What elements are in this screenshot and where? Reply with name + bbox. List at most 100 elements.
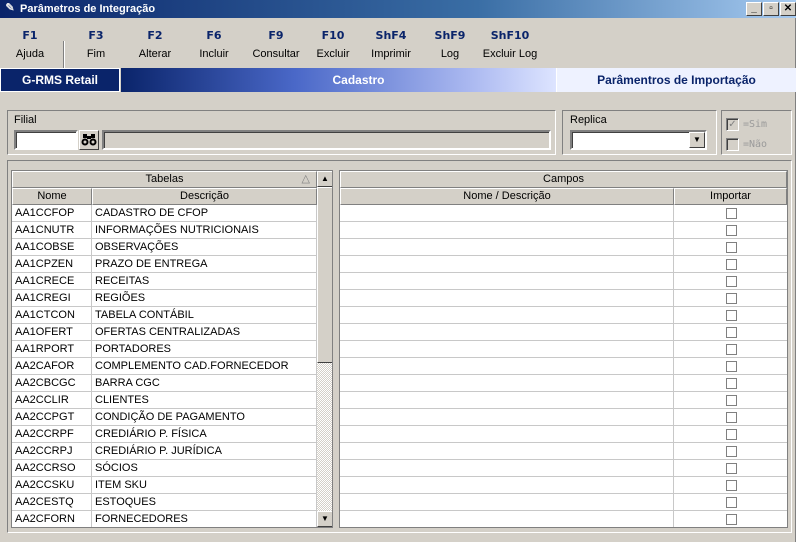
importar-checkbox[interactable] bbox=[726, 412, 737, 423]
importar-checkbox[interactable] bbox=[726, 480, 737, 491]
table-row[interactable]: AA2CESTQ ESTOQUES bbox=[12, 494, 317, 511]
exit-button[interactable]: F3 Fim bbox=[74, 19, 118, 67]
delete-button[interactable]: F10 Excluir bbox=[310, 19, 356, 67]
table-row[interactable]: AA2CFORN FORNECEDORES bbox=[12, 511, 317, 527]
tabelas-scrollbar[interactable]: ▲ ▼ bbox=[317, 171, 332, 527]
delete-log-button[interactable]: ShF10 Excluir Log bbox=[480, 19, 540, 67]
cell-importar bbox=[674, 494, 787, 511]
replica-select[interactable]: ▼ bbox=[570, 130, 707, 150]
table-row[interactable] bbox=[340, 222, 787, 239]
help-button[interactable]: F1 Ajuda bbox=[8, 19, 52, 67]
cell-importar bbox=[674, 358, 787, 375]
table-row[interactable]: AA1OFERT OFERTAS CENTRALIZADAS bbox=[12, 324, 317, 341]
table-row[interactable]: AA1RPORT PORTADORES bbox=[12, 341, 317, 358]
importar-checkbox[interactable] bbox=[726, 497, 737, 508]
cell-nome: AA2CBCGC bbox=[12, 375, 92, 392]
table-row[interactable]: AA2CBCGC BARRA CGC bbox=[12, 375, 317, 392]
importar-checkbox[interactable] bbox=[726, 514, 737, 525]
importar-checkbox[interactable] bbox=[726, 446, 737, 457]
cell-nome-descricao bbox=[340, 358, 674, 375]
table-row[interactable] bbox=[340, 460, 787, 477]
table-row[interactable] bbox=[340, 409, 787, 426]
edit-button[interactable]: F2 Alterar bbox=[130, 19, 180, 67]
cell-descricao: RECEITAS bbox=[92, 273, 317, 290]
cell-importar bbox=[674, 341, 787, 358]
importar-checkbox[interactable] bbox=[726, 361, 737, 372]
filial-input[interactable] bbox=[14, 130, 78, 150]
cell-importar bbox=[674, 239, 787, 256]
cell-nome-descricao bbox=[340, 392, 674, 409]
table-row[interactable]: AA2CCRPJ CREDIÁRIO P. JURÍDICA bbox=[12, 443, 317, 460]
table-row[interactable]: AA2CCRSO SÓCIOS bbox=[12, 460, 317, 477]
table-row[interactable] bbox=[340, 273, 787, 290]
importar-checkbox[interactable] bbox=[726, 310, 737, 321]
cell-descricao: CREDIÁRIO P. JURÍDICA bbox=[92, 443, 317, 460]
importar-checkbox[interactable] bbox=[726, 293, 737, 304]
table-row[interactable] bbox=[340, 494, 787, 511]
table-row[interactable]: AA2CCPGT CONDIÇÃO DE PAGAMENTO bbox=[12, 409, 317, 426]
cell-nome: AA1CREGI bbox=[12, 290, 92, 307]
table-row[interactable] bbox=[340, 477, 787, 494]
table-row[interactable] bbox=[340, 324, 787, 341]
table-row[interactable] bbox=[340, 256, 787, 273]
scroll-thumb[interactable] bbox=[317, 187, 332, 363]
nao-label: =Não bbox=[743, 139, 768, 150]
table-row[interactable]: AA1CPZEN PRAZO DE ENTREGA bbox=[12, 256, 317, 273]
importar-checkbox[interactable] bbox=[726, 242, 737, 253]
cell-nome: AA1COBSE bbox=[12, 239, 92, 256]
importar-checkbox[interactable] bbox=[726, 259, 737, 270]
table-row[interactable]: AA1CTCON TABELA CONTÁBIL bbox=[12, 307, 317, 324]
table-row[interactable]: AA1COBSE OBSERVAÇÕES bbox=[12, 239, 317, 256]
minimize-button[interactable]: _ bbox=[746, 2, 762, 16]
table-row[interactable]: AA1CCFOP CADASTRO DE CFOP bbox=[12, 205, 317, 222]
table-row[interactable]: AA1CRECE RECEITAS bbox=[12, 273, 317, 290]
fkey-code: ShF9 bbox=[434, 29, 466, 42]
triangle-down-icon[interactable]: ▼ bbox=[317, 511, 332, 527]
cell-descricao: COMPLEMENTO CAD.FORNECEDOR bbox=[92, 358, 317, 375]
cell-nome-descricao bbox=[340, 205, 674, 222]
log-button[interactable]: ShF9 Log bbox=[428, 19, 472, 67]
col-nome[interactable]: Nome bbox=[12, 188, 92, 205]
importar-checkbox[interactable] bbox=[726, 429, 737, 440]
triangle-down-icon[interactable]: ▼ bbox=[689, 132, 705, 148]
col-importar[interactable]: Importar bbox=[674, 188, 787, 205]
table-row[interactable] bbox=[340, 375, 787, 392]
table-row[interactable]: AA2CCRPF CREDIÁRIO P. FÍSICA bbox=[12, 426, 317, 443]
col-descricao[interactable]: Descrição bbox=[92, 188, 317, 205]
table-row[interactable] bbox=[340, 205, 787, 222]
maximize-button[interactable]: ▫ bbox=[763, 2, 779, 16]
function-key-toolbar: F1 Ajuda F3 Fim F2 Alterar F6 Incluir F9… bbox=[0, 19, 796, 83]
table-row[interactable] bbox=[340, 358, 787, 375]
importar-checkbox[interactable] bbox=[726, 208, 737, 219]
importar-checkbox[interactable] bbox=[726, 395, 737, 406]
table-row[interactable] bbox=[340, 511, 787, 527]
close-button[interactable]: ✕ bbox=[780, 2, 796, 16]
search-button[interactable] bbox=[79, 130, 99, 150]
triangle-up-icon[interactable]: ▲ bbox=[317, 171, 332, 187]
table-row[interactable] bbox=[340, 443, 787, 460]
tabelas-grid: Tabelas △ Nome Descrição AA1CCFOP CADASTR… bbox=[11, 170, 333, 528]
importar-checkbox[interactable] bbox=[726, 276, 737, 287]
table-row[interactable] bbox=[340, 392, 787, 409]
table-row[interactable] bbox=[340, 239, 787, 256]
sort-triangle-icon: △ bbox=[301, 173, 310, 185]
importar-checkbox[interactable] bbox=[726, 327, 737, 338]
importar-checkbox[interactable] bbox=[726, 463, 737, 474]
col-nome-descricao[interactable]: Nome / Descrição bbox=[340, 188, 674, 205]
insert-button[interactable]: F6 Incluir bbox=[190, 19, 238, 67]
table-row[interactable]: AA1CNUTR INFORMAÇÕES NUTRICIONAIS bbox=[12, 222, 317, 239]
print-button[interactable]: ShF4 Imprimir bbox=[366, 19, 416, 67]
query-button[interactable]: F9 Consultar bbox=[247, 19, 305, 67]
table-row[interactable]: AA1CREGI REGIÕES bbox=[12, 290, 317, 307]
importar-checkbox[interactable] bbox=[726, 225, 737, 236]
table-row[interactable]: AA2CCLIR CLIENTES bbox=[12, 392, 317, 409]
table-row[interactable] bbox=[340, 307, 787, 324]
table-row[interactable] bbox=[340, 426, 787, 443]
importar-checkbox[interactable] bbox=[726, 344, 737, 355]
brand-label: G-RMS Retail bbox=[0, 68, 120, 92]
table-row[interactable]: AA2CAFOR COMPLEMENTO CAD.FORNECEDOR bbox=[12, 358, 317, 375]
table-row[interactable]: AA2CCSKU ITEM SKU bbox=[12, 477, 317, 494]
importar-checkbox[interactable] bbox=[726, 378, 737, 389]
table-row[interactable] bbox=[340, 341, 787, 358]
table-row[interactable] bbox=[340, 290, 787, 307]
